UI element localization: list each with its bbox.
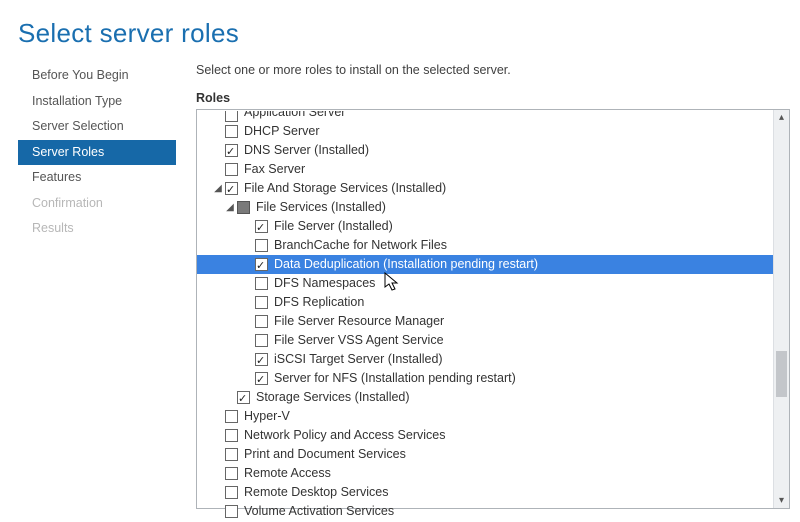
role-label: DFS Namespaces — [274, 274, 375, 293]
role-label: File Server (Installed) — [274, 217, 393, 236]
role-row-file-storage[interactable]: ◢ File And Storage Services (Installed) — [197, 179, 789, 198]
role-row-hyper-v[interactable]: Hyper-V — [197, 407, 789, 426]
sidebar-item-results: Results — [18, 216, 176, 242]
role-label: File Services (Installed) — [256, 198, 386, 217]
roles-label: Roles — [196, 91, 790, 105]
role-row-application-server[interactable]: Application Server — [197, 111, 789, 122]
instruction-text: Select one or more roles to install on t… — [196, 63, 790, 77]
role-checkbox[interactable] — [255, 372, 268, 385]
role-label: Server for NFS (Installation pending res… — [274, 369, 516, 388]
role-row-data-dedup[interactable]: Data Deduplication (Installation pending… — [197, 255, 789, 274]
sidebar-item-server-roles[interactable]: Server Roles — [18, 140, 176, 166]
role-checkbox[interactable] — [225, 429, 238, 442]
role-label: DFS Replication — [274, 293, 364, 312]
role-label: Print and Document Services — [244, 445, 406, 464]
role-label: Volume Activation Services — [244, 502, 394, 521]
role-row-dns-server[interactable]: DNS Server (Installed) — [197, 141, 789, 160]
role-checkbox[interactable] — [225, 125, 238, 138]
role-row-file-services[interactable]: ◢ File Services (Installed) — [197, 198, 789, 217]
role-row-file-server[interactable]: File Server (Installed) — [197, 217, 789, 236]
role-row-rds[interactable]: Remote Desktop Services — [197, 483, 789, 502]
page-title: Select server roles — [0, 0, 800, 63]
role-label: BranchCache for Network Files — [274, 236, 447, 255]
sidebar-item-server-selection[interactable]: Server Selection — [18, 114, 176, 140]
role-label: File Server VSS Agent Service — [274, 331, 444, 350]
tree-expander-icon[interactable]: ◢ — [225, 198, 235, 217]
role-row-fsrm[interactable]: File Server Resource Manager — [197, 312, 789, 331]
roles-listbox[interactable]: Application ServerDHCP ServerDNS Server … — [196, 109, 790, 509]
role-checkbox[interactable] — [237, 201, 250, 214]
role-checkbox[interactable] — [255, 334, 268, 347]
role-checkbox[interactable] — [255, 277, 268, 290]
sidebar-item-before-you-begin[interactable]: Before You Begin — [18, 63, 176, 89]
role-checkbox[interactable] — [255, 315, 268, 328]
role-label: Application Server — [244, 111, 345, 122]
role-checkbox[interactable] — [225, 467, 238, 480]
role-row-dfs-replication[interactable]: DFS Replication — [197, 293, 789, 312]
sidebar-item-installation-type[interactable]: Installation Type — [18, 89, 176, 115]
scroll-track[interactable] — [774, 125, 789, 493]
scroll-down-button[interactable]: ▾ — [774, 493, 789, 508]
role-row-storage-services[interactable]: Storage Services (Installed) — [197, 388, 789, 407]
role-row-dhcp-server[interactable]: DHCP Server — [197, 122, 789, 141]
sidebar-item-features[interactable]: Features — [18, 165, 176, 191]
scroll-thumb[interactable] — [776, 351, 787, 397]
role-checkbox[interactable] — [255, 220, 268, 233]
roles-tree: Application ServerDHCP ServerDNS Server … — [197, 110, 789, 521]
role-checkbox[interactable] — [225, 182, 238, 195]
role-row-branchcache[interactable]: BranchCache for Network Files — [197, 236, 789, 255]
sidebar-item-confirmation: Confirmation — [18, 191, 176, 217]
vertical-scrollbar[interactable]: ▴ ▾ — [773, 110, 789, 508]
role-checkbox[interactable] — [225, 144, 238, 157]
role-label: File And Storage Services (Installed) — [244, 179, 446, 198]
role-label: Storage Services (Installed) — [256, 388, 410, 407]
role-label: DHCP Server — [244, 122, 319, 141]
role-checkbox[interactable] — [255, 296, 268, 309]
role-label: Network Policy and Access Services — [244, 426, 445, 445]
main-panel: Select one or more roles to install on t… — [176, 63, 800, 521]
role-row-vss-agent[interactable]: File Server VSS Agent Service — [197, 331, 789, 350]
role-checkbox[interactable] — [225, 163, 238, 176]
role-row-fax-server[interactable]: Fax Server — [197, 160, 789, 179]
role-row-dfs-namespaces[interactable]: DFS Namespaces — [197, 274, 789, 293]
role-row-print-doc[interactable]: Print and Document Services — [197, 445, 789, 464]
role-label: Data Deduplication (Installation pending… — [274, 255, 538, 274]
wizard-sidebar: Before You BeginInstallation TypeServer … — [18, 63, 176, 521]
role-label: Remote Access — [244, 464, 331, 483]
role-checkbox[interactable] — [237, 391, 250, 404]
role-label: iSCSI Target Server (Installed) — [274, 350, 443, 369]
role-label: Fax Server — [244, 160, 305, 179]
role-row-iscsi-target[interactable]: iSCSI Target Server (Installed) — [197, 350, 789, 369]
tree-expander-icon[interactable]: ◢ — [213, 179, 223, 198]
role-checkbox[interactable] — [225, 448, 238, 461]
role-label: Hyper-V — [244, 407, 290, 426]
role-row-network-policy[interactable]: Network Policy and Access Services — [197, 426, 789, 445]
role-checkbox[interactable] — [255, 353, 268, 366]
role-checkbox[interactable] — [225, 111, 238, 122]
role-label: DNS Server (Installed) — [244, 141, 369, 160]
role-row-vol-activation[interactable]: Volume Activation Services — [197, 502, 789, 521]
role-checkbox[interactable] — [225, 505, 238, 518]
role-label: File Server Resource Manager — [274, 312, 444, 331]
role-label: Remote Desktop Services — [244, 483, 389, 502]
scroll-up-button[interactable]: ▴ — [774, 110, 789, 125]
role-row-nfs-server[interactable]: Server for NFS (Installation pending res… — [197, 369, 789, 388]
role-checkbox[interactable] — [255, 239, 268, 252]
role-checkbox[interactable] — [225, 410, 238, 423]
role-checkbox[interactable] — [255, 258, 268, 271]
role-row-remote-access[interactable]: Remote Access — [197, 464, 789, 483]
role-checkbox[interactable] — [225, 486, 238, 499]
